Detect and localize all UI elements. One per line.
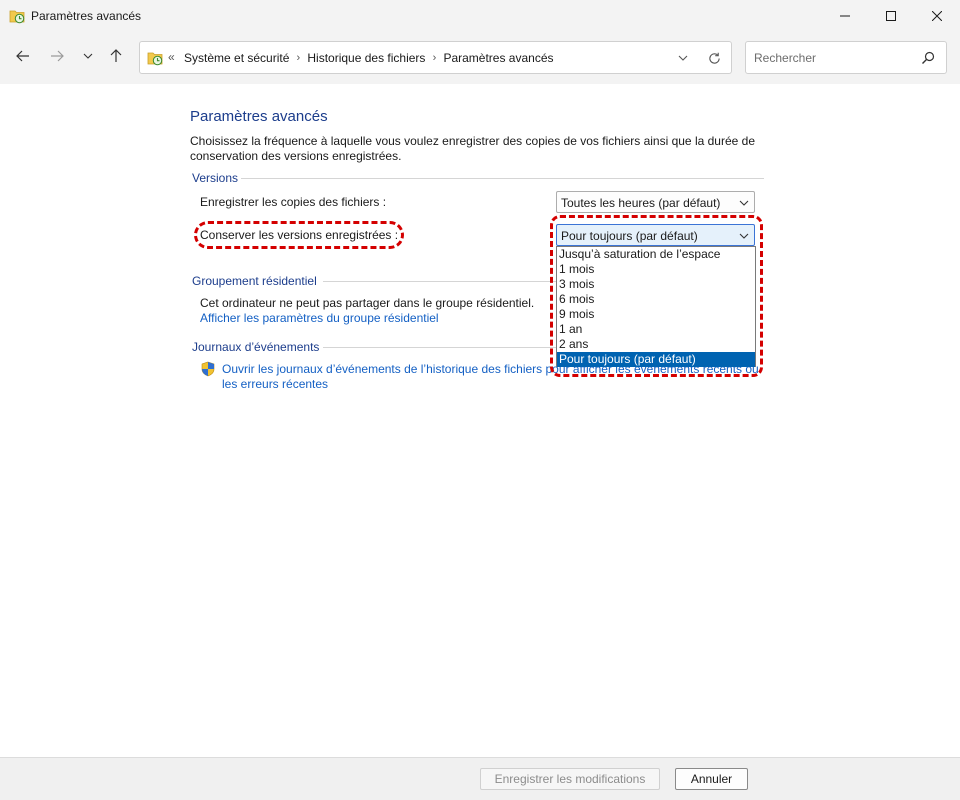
recent-locations-button[interactable]	[76, 44, 100, 68]
cancel-button[interactable]: Annuler	[675, 768, 748, 790]
save-copies-value: Toutes les heures (par défaut)	[561, 196, 721, 210]
arrow-right-icon	[51, 50, 64, 62]
event-logs-link-line2[interactable]: les erreurs récentes	[222, 377, 328, 391]
breadcrumb-item[interactable]: Paramètres avancés	[443, 51, 553, 65]
navigation-bar: « Système et sécurité › Historique des f…	[0, 32, 960, 84]
homegroup-settings-link[interactable]: Afficher les paramètres du groupe réside…	[200, 311, 439, 325]
page-description: Choisissez la fréquence à laquelle vous …	[190, 134, 755, 163]
chevron-down-icon	[83, 53, 93, 59]
maximize-button[interactable]	[868, 0, 914, 32]
breadcrumb: Système et sécurité › Historique des fic…	[184, 51, 554, 65]
annotation-highlight	[194, 221, 404, 249]
minimize-icon	[840, 15, 850, 17]
window-title: Paramètres avancés	[31, 9, 142, 23]
group-divider	[241, 178, 764, 179]
chevron-down-icon	[739, 200, 749, 206]
breadcrumb-item[interactable]: Historique des fichiers	[307, 51, 425, 65]
back-button[interactable]	[11, 44, 35, 68]
arrow-left-icon	[16, 50, 29, 62]
shield-icon	[200, 361, 216, 377]
versions-group-header: Versions	[192, 171, 239, 185]
address-bar[interactable]: « Système et sécurité › Historique des f…	[139, 41, 732, 74]
refresh-button[interactable]	[706, 50, 722, 66]
save-changes-button[interactable]: Enregistrer les modifications	[480, 768, 660, 790]
event-logs-group-header: Journaux d’événements	[192, 340, 320, 354]
chevron-down-icon	[678, 55, 688, 61]
save-copies-select[interactable]: Toutes les heures (par défaut)	[556, 191, 755, 213]
search-input[interactable]	[754, 49, 914, 67]
search-icon[interactable]	[921, 51, 935, 65]
up-button[interactable]	[104, 44, 128, 68]
save-copies-label: Enregistrer les copies des fichiers :	[200, 195, 387, 209]
homegroup-group-header: Groupement résidentiel	[192, 274, 317, 288]
close-icon	[932, 11, 942, 21]
page-title: Paramètres avancés	[190, 108, 328, 125]
address-history-button[interactable]	[675, 50, 691, 66]
breadcrumb-item[interactable]: Système et sécurité	[184, 51, 289, 65]
forward-button[interactable]	[45, 44, 69, 68]
maximize-icon	[886, 11, 896, 21]
group-divider	[323, 347, 556, 348]
file-history-icon	[9, 8, 25, 24]
breadcrumb-overflow-button[interactable]: «	[168, 50, 175, 64]
minimize-button[interactable]	[822, 0, 868, 32]
annotation-highlight	[550, 215, 763, 377]
title-bar: Paramètres avancés	[0, 0, 960, 32]
close-button[interactable]	[914, 0, 960, 32]
homegroup-message: Cet ordinateur ne peut pas partager dans…	[200, 296, 535, 310]
refresh-icon	[708, 52, 720, 64]
search-box[interactable]	[745, 41, 947, 74]
chevron-right-icon[interactable]: ›	[425, 52, 443, 64]
group-divider	[323, 281, 556, 282]
dialog-footer: Enregistrer les modifications Annuler	[0, 757, 960, 800]
chevron-right-icon[interactable]: ›	[289, 52, 307, 64]
arrow-up-icon	[110, 49, 122, 62]
file-history-icon	[147, 50, 163, 66]
